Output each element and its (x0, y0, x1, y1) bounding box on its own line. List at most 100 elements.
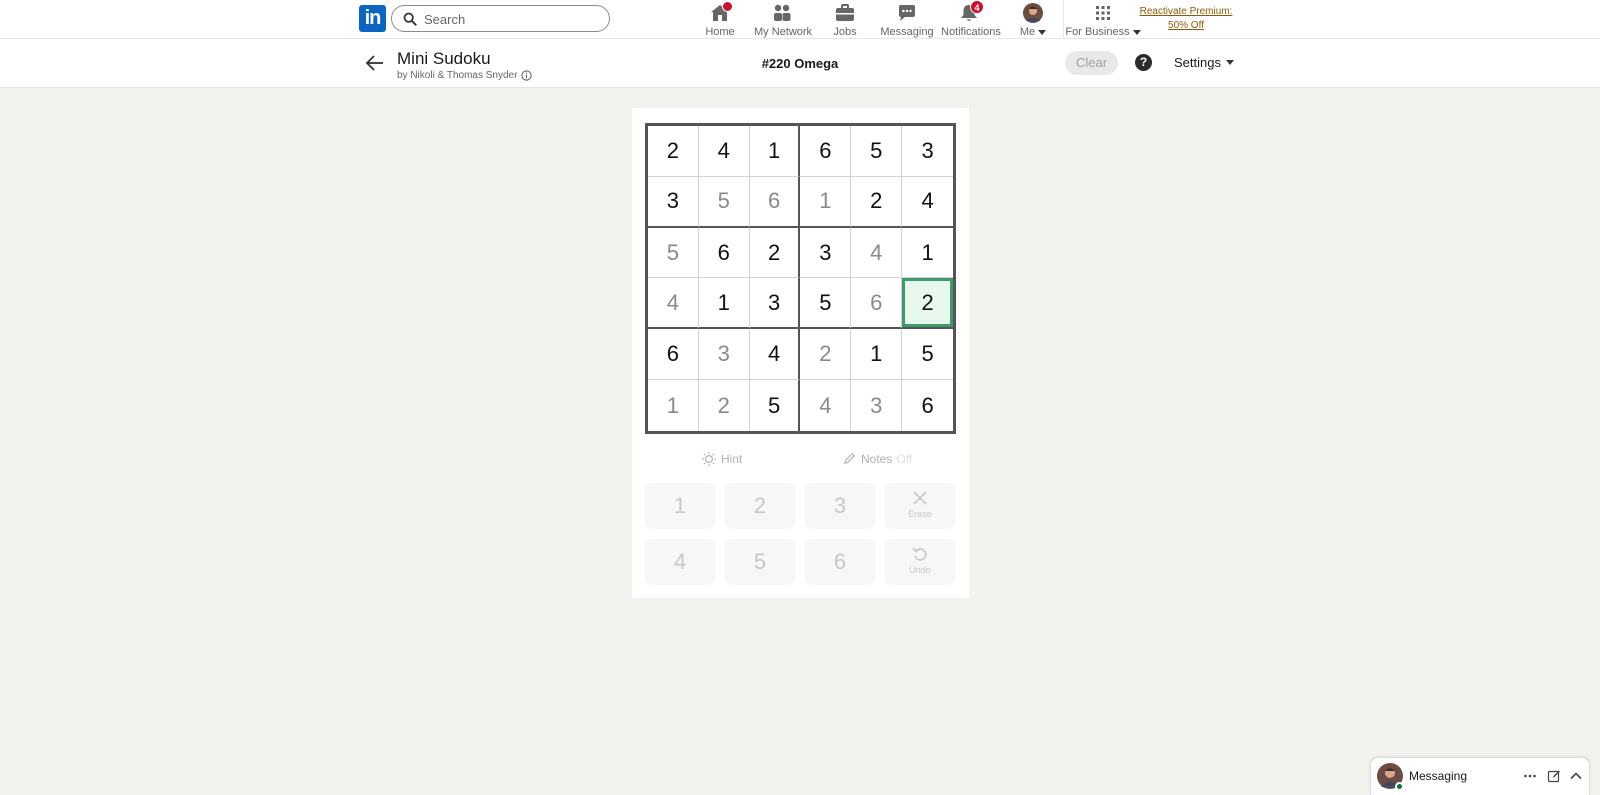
keypad-6[interactable]: 6 (805, 539, 875, 585)
reactivate-premium-link[interactable]: Reactivate Premium: 50% Off (1135, 5, 1237, 33)
notes-toggle[interactable]: Notes Off (842, 451, 912, 466)
sudoku-cell[interactable]: 1 (800, 176, 852, 228)
sudoku-cell[interactable]: 5 (750, 380, 801, 431)
compose-icon[interactable] (1547, 769, 1561, 783)
game-header: Mini Sudoku by Nikoli & Thomas Snyder #2… (0, 39, 1600, 88)
lightbulb-icon (702, 452, 716, 466)
sudoku-cell[interactable]: 5 (800, 278, 852, 330)
sudoku-cell[interactable]: 2 (800, 329, 852, 381)
sudoku-cell[interactable]: 1 (648, 380, 699, 431)
sudoku-cell[interactable]: 3 (902, 126, 953, 177)
chevron-down-icon (1225, 60, 1234, 65)
sudoku-cell-selected[interactable]: 2 (902, 278, 953, 330)
sudoku-cell[interactable]: 2 (699, 380, 750, 431)
sudoku-cell[interactable]: 1 (902, 228, 953, 279)
search-icon (403, 12, 417, 26)
nav-divider (1063, 0, 1064, 39)
sudoku-cell[interactable]: 6 (749, 176, 801, 228)
pencil-icon (844, 452, 856, 464)
keypad-5[interactable]: 5 (725, 539, 795, 585)
nav-label: Home (705, 26, 735, 38)
sudoku-cell[interactable]: 6 (698, 227, 750, 279)
notification-count-badge: 4 (970, 0, 984, 14)
sudoku-cell[interactable]: 6 (902, 380, 953, 431)
erase-button[interactable]: Erase (885, 483, 955, 529)
chevron-up-icon[interactable] (1569, 769, 1583, 783)
close-icon (913, 491, 927, 505)
sudoku-cell[interactable]: 5 (851, 126, 903, 177)
sudoku-cell[interactable]: 3 (800, 227, 852, 279)
sudoku-cell[interactable]: 2 (851, 176, 903, 228)
keypad-1[interactable]: 1 (645, 483, 715, 529)
puzzle-number: #220 Omega (761, 56, 839, 71)
nav-jobs[interactable]: Jobs (830, 3, 860, 38)
sudoku-cell[interactable]: 6 (851, 278, 903, 330)
nav-label: Notifications (941, 26, 1001, 38)
sudoku-cell[interactable]: 3 (749, 278, 801, 330)
keypad-2[interactable]: 2 (725, 483, 795, 529)
sudoku-cell[interactable]: 1 (698, 278, 750, 330)
chevron-down-icon (1038, 29, 1047, 35)
sudoku-cell[interactable]: 4 (698, 126, 750, 177)
sudoku-cell[interactable]: 3 (698, 329, 750, 381)
sudoku-cell[interactable]: 4 (800, 380, 852, 431)
help-icon[interactable]: ? (1135, 54, 1152, 71)
nav-label: Jobs (833, 26, 857, 38)
premium-line-2: 50% Off (1168, 20, 1204, 31)
undo-button[interactable]: Undo (885, 539, 955, 585)
online-status-dot (1395, 782, 1404, 791)
sudoku-cell[interactable]: 6 (800, 126, 852, 177)
nav-me[interactable]: Me (1014, 3, 1052, 38)
byline-text: by Nikoli & Thomas Snyder (397, 70, 518, 81)
premium-line-1: Reactivate Premium: (1139, 6, 1233, 17)
hint-button[interactable]: Hint (701, 451, 742, 467)
sudoku-cell[interactable]: 3 (851, 380, 903, 431)
linkedin-logo[interactable]: in (359, 5, 386, 32)
sudoku-cell[interactable]: 5 (698, 176, 750, 228)
global-nav: in Home My Network (0, 0, 1600, 39)
messaging-label: Messaging (1409, 769, 1468, 783)
nav-for-business[interactable]: For Business (1065, 3, 1141, 38)
people-icon (774, 4, 791, 21)
nav-home[interactable]: Home (700, 1, 740, 38)
chat-bubble-icon (899, 5, 915, 21)
game-title: Mini Sudoku (397, 49, 491, 68)
undo-icon (912, 547, 927, 561)
sudoku-cell[interactable]: 4 (851, 227, 903, 279)
clear-button[interactable]: Clear (1065, 51, 1118, 75)
sudoku-cell[interactable]: 3 (648, 176, 699, 228)
settings-label: Settings (1174, 55, 1221, 70)
more-options-icon[interactable] (1523, 769, 1537, 783)
home-dot-badge (722, 1, 733, 12)
sudoku-cell[interactable]: 4 (902, 177, 953, 228)
sudoku-board: 241653356124562341413562634215125436 (645, 123, 956, 434)
settings-dropdown[interactable]: Settings (1174, 55, 1234, 70)
briefcase-icon (836, 4, 854, 21)
nav-messaging[interactable]: Messaging (880, 3, 934, 38)
erase-label: Erase (908, 509, 932, 519)
undo-label: Undo (909, 565, 931, 575)
back-arrow-icon[interactable] (364, 52, 386, 74)
game-byline: by Nikoli & Thomas Snyder (397, 70, 533, 81)
sudoku-cell[interactable]: 4 (749, 329, 801, 381)
nav-label: Messaging (880, 26, 934, 38)
keypad-3[interactable]: 3 (805, 483, 875, 529)
nav-my-network[interactable]: My Network (754, 3, 812, 38)
messaging-bar[interactable]: Messaging (1370, 757, 1590, 795)
nav-label: Me (1019, 26, 1036, 38)
search-box[interactable] (391, 5, 610, 32)
keypad-4[interactable]: 4 (645, 539, 715, 585)
info-icon[interactable] (521, 70, 533, 81)
sudoku-cell[interactable]: 4 (648, 278, 699, 330)
search-input[interactable] (424, 9, 600, 29)
sudoku-cell[interactable]: 2 (648, 126, 699, 177)
sudoku-cell[interactable]: 6 (648, 329, 699, 381)
nav-label: For Business (1065, 26, 1130, 38)
sudoku-cell[interactable]: 5 (902, 329, 953, 381)
sudoku-cell[interactable]: 2 (749, 227, 801, 279)
sudoku-cell[interactable]: 5 (648, 227, 699, 279)
notes-label: Notes (861, 451, 893, 466)
nav-notifications[interactable]: 4 Notifications (941, 0, 1001, 38)
sudoku-cell[interactable]: 1 (749, 126, 801, 177)
sudoku-cell[interactable]: 1 (851, 329, 903, 381)
